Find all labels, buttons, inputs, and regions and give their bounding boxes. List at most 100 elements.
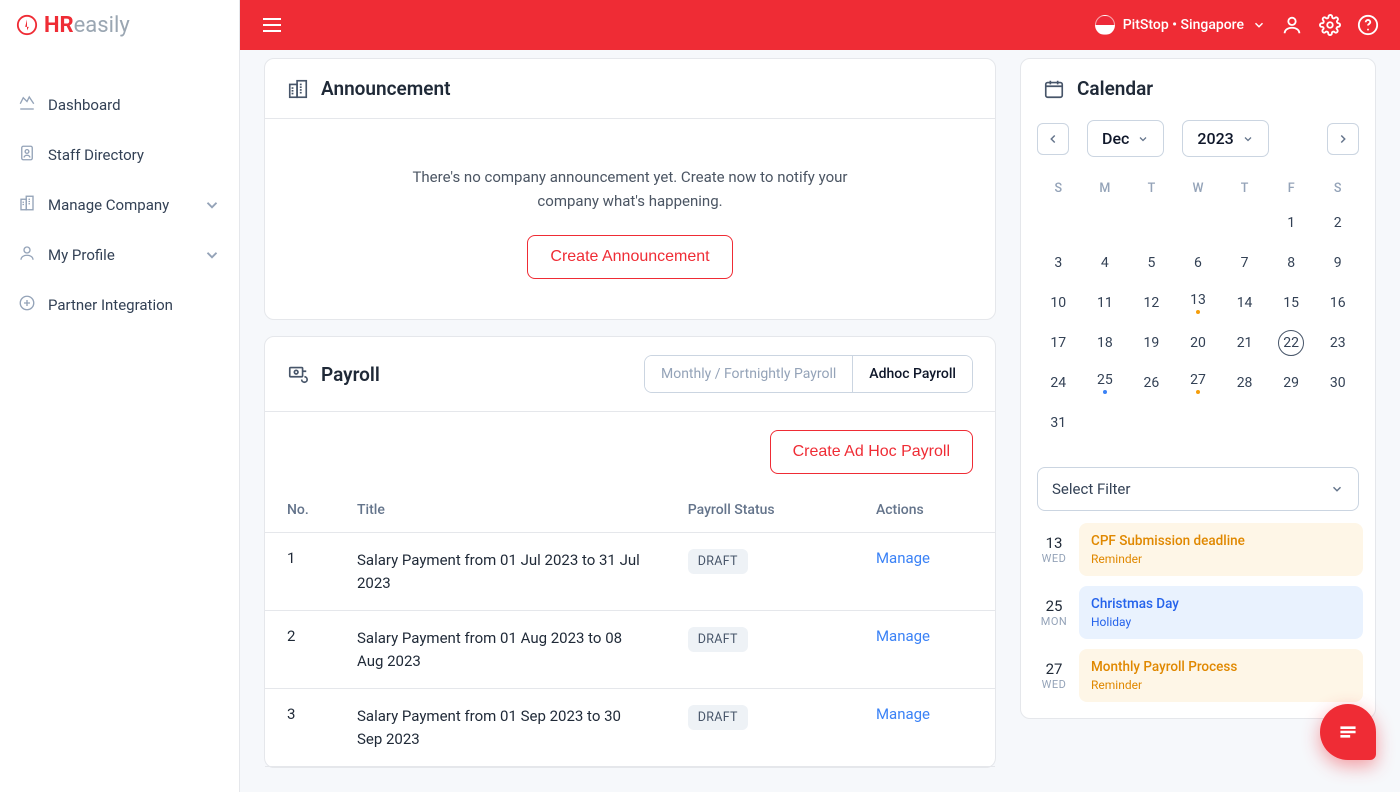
cell-no: 1 <box>265 533 335 611</box>
chevron-down-icon <box>1330 482 1344 496</box>
building-icon <box>287 78 309 100</box>
manage-link[interactable]: Manage <box>876 549 930 567</box>
calendar-day[interactable]: 14 <box>1221 283 1268 323</box>
location-selector[interactable]: PitStop • Singapore <box>1095 15 1266 35</box>
location-label: PitStop • Singapore <box>1123 17 1244 33</box>
settings-button[interactable] <box>1318 13 1342 37</box>
calendar-day[interactable]: 17 <box>1035 323 1082 363</box>
calendar-next-button[interactable] <box>1327 123 1359 155</box>
calendar-event[interactable]: 13WEDCPF Submission deadlineReminder <box>1033 523 1363 576</box>
calendar-day[interactable]: 23 <box>1314 323 1361 363</box>
col-actions: Actions <box>854 488 995 533</box>
sidebar-item-label: Partner Integration <box>48 296 173 314</box>
sidebar-item-label: My Profile <box>48 246 115 264</box>
cell-no: 3 <box>265 689 335 767</box>
user-icon <box>1281 14 1303 36</box>
logo[interactable]: HReasily <box>0 0 239 50</box>
calendar-day[interactable]: 8 <box>1268 243 1315 283</box>
event-dot <box>1196 310 1200 314</box>
event-title: Monthly Payroll Process <box>1091 659 1351 675</box>
topbar: PitStop • Singapore <box>240 0 1400 50</box>
sidebar-item-label: Staff Directory <box>48 146 144 164</box>
sidebar-item-dashboard[interactable]: Dashboard <box>8 80 231 130</box>
calendar-day[interactable]: 18 <box>1082 323 1129 363</box>
calendar-day[interactable]: 1 <box>1268 203 1315 243</box>
calendar-day[interactable]: 15 <box>1268 283 1315 323</box>
chat-fab[interactable] <box>1320 704 1376 760</box>
calendar-day[interactable]: 6 <box>1175 243 1222 283</box>
calendar-day[interactable]: 4 <box>1082 243 1129 283</box>
calendar-icon <box>1043 78 1065 100</box>
cell-no: 2 <box>265 611 335 689</box>
calendar-day[interactable]: 26 <box>1128 363 1175 403</box>
col-status: Payroll Status <box>666 488 854 533</box>
sidebar-item-label: Manage Company <box>48 196 169 214</box>
status-badge: DRAFT <box>688 627 748 652</box>
chevron-left-icon <box>1046 132 1060 146</box>
calendar-day[interactable]: 20 <box>1175 323 1222 363</box>
calendar-day[interactable]: 24 <box>1035 363 1082 403</box>
calendar-day[interactable]: 30 <box>1314 363 1361 403</box>
event-dot <box>1103 390 1107 394</box>
calendar-day[interactable]: 11 <box>1082 283 1129 323</box>
payroll-title: Payroll <box>321 363 380 386</box>
calendar-prev-button[interactable] <box>1037 123 1069 155</box>
sidebar-item-partner-integration[interactable]: Partner Integration <box>8 280 231 330</box>
hamburger-icon <box>263 18 281 32</box>
sidebar-item-staff-directory[interactable]: Staff Directory <box>8 130 231 180</box>
nav-item-icon <box>18 94 36 116</box>
weekday-label: S <box>1035 173 1082 203</box>
calendar-day[interactable]: 27 <box>1175 363 1222 403</box>
cell-status: DRAFT <box>666 533 854 611</box>
calendar-day[interactable]: 19 <box>1128 323 1175 363</box>
cell-status: DRAFT <box>666 689 854 767</box>
event-title: CPF Submission deadline <box>1091 533 1351 549</box>
weekday-label: S <box>1314 173 1361 203</box>
manage-link[interactable]: Manage <box>876 705 930 723</box>
chat-icon <box>1335 719 1361 745</box>
calendar-day[interactable]: 31 <box>1035 403 1082 443</box>
cell-title: Salary Payment from 01 Aug 2023 to 08 Au… <box>335 611 666 689</box>
status-badge: DRAFT <box>688 705 748 730</box>
calendar-day[interactable]: 9 <box>1314 243 1361 283</box>
calendar-day[interactable]: 25 <box>1082 363 1129 403</box>
flag-icon <box>1095 15 1115 35</box>
calendar-day[interactable]: 28 <box>1221 363 1268 403</box>
sidebar-item-label: Dashboard <box>48 96 121 114</box>
calendar-day[interactable]: 22 <box>1268 323 1315 363</box>
event-kind: Reminder <box>1091 678 1351 692</box>
tab-adhoc[interactable]: Adhoc Payroll <box>853 356 972 392</box>
logo-easily: easily <box>74 13 130 38</box>
calendar-day[interactable]: 10 <box>1035 283 1082 323</box>
calendar-day[interactable]: 2 <box>1314 203 1361 243</box>
calendar-day[interactable]: 13 <box>1175 283 1222 323</box>
calendar-day[interactable]: 3 <box>1035 243 1082 283</box>
manage-link[interactable]: Manage <box>876 627 930 645</box>
year-select[interactable]: 2023 <box>1182 120 1268 157</box>
tab-monthly[interactable]: Monthly / Fortnightly Payroll <box>645 356 853 392</box>
menu-toggle-button[interactable] <box>260 13 284 37</box>
calendar-day[interactable]: 29 <box>1268 363 1315 403</box>
calendar-event[interactable]: 25MONChristmas DayHoliday <box>1033 586 1363 639</box>
month-select[interactable]: Dec <box>1087 120 1164 157</box>
calendar-day[interactable]: 12 <box>1128 283 1175 323</box>
create-adhoc-payroll-button[interactable]: Create Ad Hoc Payroll <box>770 430 973 474</box>
calendar-filter-select[interactable]: Select Filter <box>1037 467 1359 511</box>
calendar-day[interactable]: 16 <box>1314 283 1361 323</box>
calendar-day[interactable]: 5 <box>1128 243 1175 283</box>
weekday-label: F <box>1268 173 1315 203</box>
weekday-label: T <box>1128 173 1175 203</box>
table-row: 1Salary Payment from 01 Jul 2023 to 31 J… <box>265 533 995 611</box>
user-button[interactable] <box>1280 13 1304 37</box>
calendar-event[interactable]: 27WEDMonthly Payroll ProcessReminder <box>1033 649 1363 702</box>
sidebar-item-manage-company[interactable]: Manage Company <box>8 180 231 230</box>
event-title: Christmas Day <box>1091 596 1351 612</box>
event-kind: Reminder <box>1091 552 1351 566</box>
nav: Dashboard Staff Directory Manage Company My… <box>0 50 239 338</box>
sidebar-item-my-profile[interactable]: My Profile <box>8 230 231 280</box>
calendar-day[interactable]: 21 <box>1221 323 1268 363</box>
calendar-day[interactable]: 7 <box>1221 243 1268 283</box>
help-button[interactable] <box>1356 13 1380 37</box>
create-announcement-button[interactable]: Create Announcement <box>527 235 732 279</box>
nav-item-icon <box>18 244 36 266</box>
